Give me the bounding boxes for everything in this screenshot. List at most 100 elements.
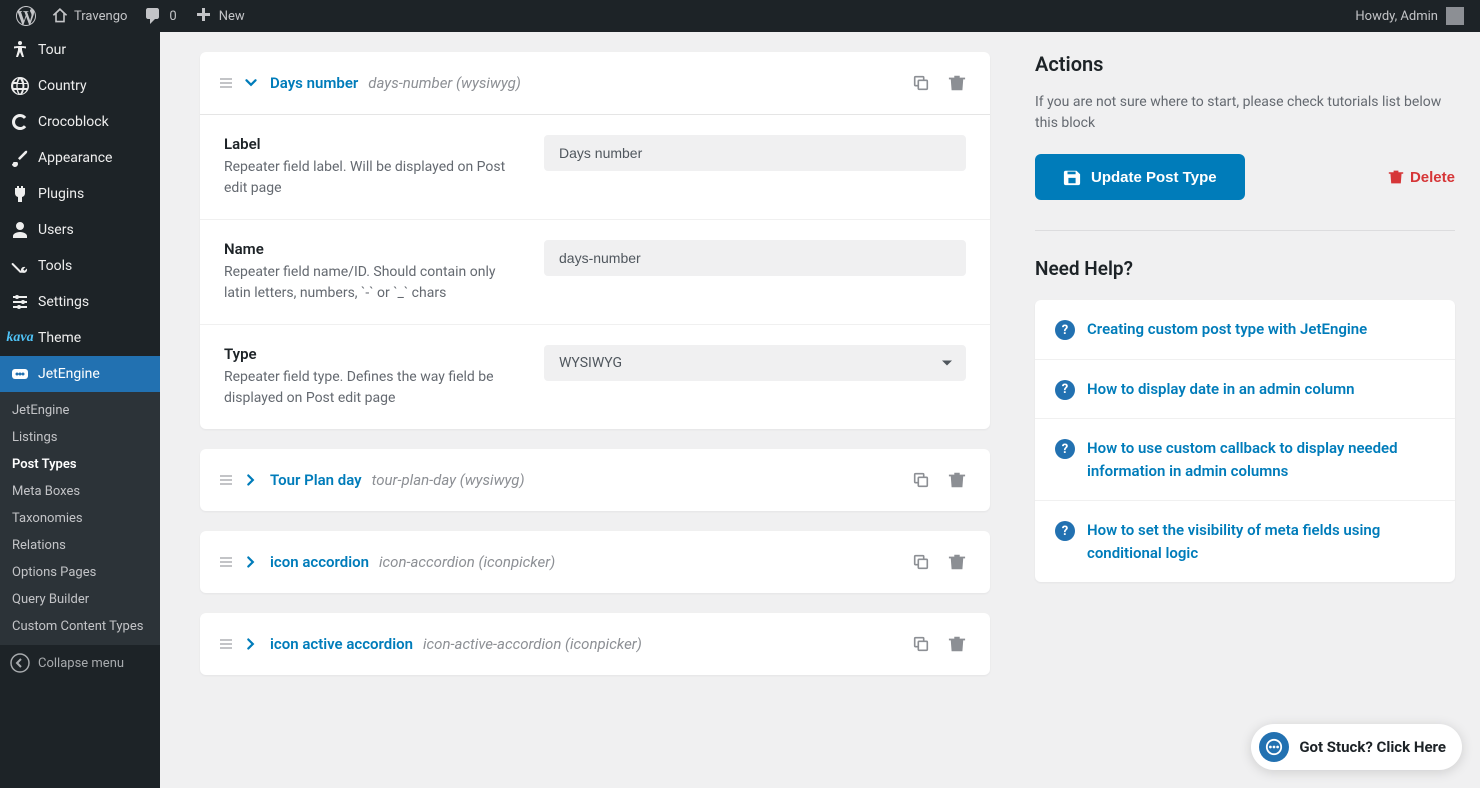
update-button[interactable]: Update Post Type (1035, 154, 1245, 200)
crocoblock-icon (10, 112, 30, 132)
actions-title: Actions (1035, 52, 1455, 76)
field-body: Label Repeater field label. Will be disp… (200, 114, 990, 429)
menu-users[interactable]: Users (0, 212, 160, 248)
actions-desc: If you are not sure where to start, plea… (1035, 92, 1455, 134)
row-desc-label: Repeater field label. Will be displayed … (224, 157, 524, 199)
type-select[interactable]: WYSIWYG (544, 345, 966, 381)
copy-icon[interactable] (908, 631, 934, 657)
help-list: ? Creating custom post type with JetEngi… (1035, 300, 1455, 582)
drag-handle-icon[interactable] (220, 556, 232, 568)
delete-button[interactable]: Delete (1388, 169, 1455, 186)
field-meta: days-number (wysiwyg) (368, 74, 521, 92)
submenu-post-types[interactable]: Post Types (0, 451, 160, 478)
help-item[interactable]: ? How to display date in an admin column (1035, 360, 1455, 420)
user-icon (10, 220, 30, 240)
menu-crocoblock[interactable]: Crocoblock (0, 104, 160, 140)
comments-link[interactable]: 0 (135, 0, 184, 32)
accessibility-icon (10, 40, 30, 60)
jetengine-submenu: JetEngine Listings Post Types Meta Boxes… (0, 392, 160, 645)
drag-handle-icon[interactable] (220, 77, 232, 89)
home-icon (52, 8, 68, 24)
wrench-icon (10, 256, 30, 276)
field-title: Days number (270, 74, 358, 92)
collapse-icon (10, 653, 30, 673)
menu-appearance[interactable]: Appearance (0, 140, 160, 176)
submenu-jetengine[interactable]: JetEngine (0, 397, 160, 424)
label-input[interactable] (544, 135, 966, 171)
menu-jetengine[interactable]: JetEngine (0, 356, 160, 392)
question-icon: ? (1055, 439, 1075, 459)
help-item[interactable]: ? How to set the visibility of meta fiel… (1035, 501, 1455, 582)
plus-icon (193, 6, 213, 26)
menu-plugins[interactable]: Plugins (0, 176, 160, 212)
submenu-custom-content[interactable]: Custom Content Types (0, 613, 160, 640)
chevron-down-icon[interactable] (242, 74, 260, 92)
trash-icon[interactable] (944, 70, 970, 96)
help-title: Need Help? (1035, 257, 1455, 280)
field-header[interactable]: Tour Plan day tour-plan-day (wysiwyg) (200, 449, 990, 511)
copy-icon[interactable] (908, 70, 934, 96)
right-sidebar: Actions If you are not sure where to sta… (1010, 32, 1480, 788)
question-icon: ? (1055, 521, 1075, 541)
user-menu[interactable]: Howdy, Admin (1355, 7, 1472, 25)
submenu-query-builder[interactable]: Query Builder (0, 586, 160, 613)
row-title-type: Type (224, 345, 524, 363)
globe-icon (10, 76, 30, 96)
submenu-listings[interactable]: Listings (0, 424, 160, 451)
plug-icon (10, 184, 30, 204)
collapse-menu[interactable]: Collapse menu (0, 645, 160, 681)
menu-settings[interactable]: Settings (0, 284, 160, 320)
field-card-icon-active-accordion: icon active accordion icon-active-accord… (200, 613, 990, 675)
field-header[interactable]: icon active accordion icon-active-accord… (200, 613, 990, 675)
row-title-label: Label (224, 135, 524, 153)
menu-country[interactable]: Country (0, 68, 160, 104)
field-title: Tour Plan day (270, 471, 362, 489)
menu-tools[interactable]: Tools (0, 248, 160, 284)
stuck-widget[interactable]: Got Stuck? Click Here (1251, 724, 1462, 770)
field-header[interactable]: icon accordion icon-accordion (iconpicke… (200, 531, 990, 593)
chevron-right-icon[interactable] (242, 471, 260, 489)
admin-bar: Travengo 0 New Howdy, Admin (0, 0, 1480, 32)
avatar (1446, 7, 1464, 25)
submenu-relations[interactable]: Relations (0, 532, 160, 559)
field-title: icon accordion (270, 553, 369, 571)
help-bubble-icon (1259, 732, 1289, 762)
trash-icon[interactable] (944, 467, 970, 493)
trash-icon[interactable] (944, 631, 970, 657)
row-desc-type: Repeater field type. Defines the way fie… (224, 367, 524, 409)
drag-handle-icon[interactable] (220, 474, 232, 486)
trash-icon[interactable] (944, 549, 970, 575)
submenu-taxonomies[interactable]: Taxonomies (0, 505, 160, 532)
admin-sidebar: Tour Country Crocoblock Appearance Plugi… (0, 32, 160, 788)
site-name-link[interactable]: Travengo (44, 0, 135, 32)
copy-icon[interactable] (908, 549, 934, 575)
help-item[interactable]: ? How to use custom callback to display … (1035, 419, 1455, 501)
new-content-link[interactable]: New (185, 0, 253, 32)
help-item[interactable]: ? Creating custom post type with JetEngi… (1035, 300, 1455, 360)
field-meta: icon-accordion (iconpicker) (379, 553, 555, 571)
row-title-name: Name (224, 240, 524, 258)
drag-handle-icon[interactable] (220, 638, 232, 650)
question-icon: ? (1055, 380, 1075, 400)
kava-logo: kava (10, 328, 30, 348)
row-desc-name: Repeater field name/ID. Should contain o… (224, 262, 524, 304)
jetengine-icon (10, 364, 30, 384)
submenu-options-pages[interactable]: Options Pages (0, 559, 160, 586)
field-card-days-number: Days number days-number (wysiwyg) Label … (200, 52, 990, 429)
chevron-right-icon[interactable] (242, 553, 260, 571)
chevron-right-icon[interactable] (242, 635, 260, 653)
brush-icon (10, 148, 30, 168)
submenu-meta-boxes[interactable]: Meta Boxes (0, 478, 160, 505)
site-name-text: Travengo (74, 9, 127, 24)
sliders-icon (10, 292, 30, 312)
wp-logo[interactable] (8, 0, 44, 32)
copy-icon[interactable] (908, 467, 934, 493)
menu-tour[interactable]: Tour (0, 32, 160, 68)
field-header[interactable]: Days number days-number (wysiwyg) (200, 52, 990, 114)
menu-theme[interactable]: kava Theme (0, 320, 160, 356)
save-icon (1063, 168, 1081, 186)
field-meta: icon-active-accordion (iconpicker) (423, 635, 642, 653)
field-card-icon-accordion: icon accordion icon-accordion (iconpicke… (200, 531, 990, 593)
comment-icon (143, 6, 163, 26)
name-input[interactable] (544, 240, 966, 276)
